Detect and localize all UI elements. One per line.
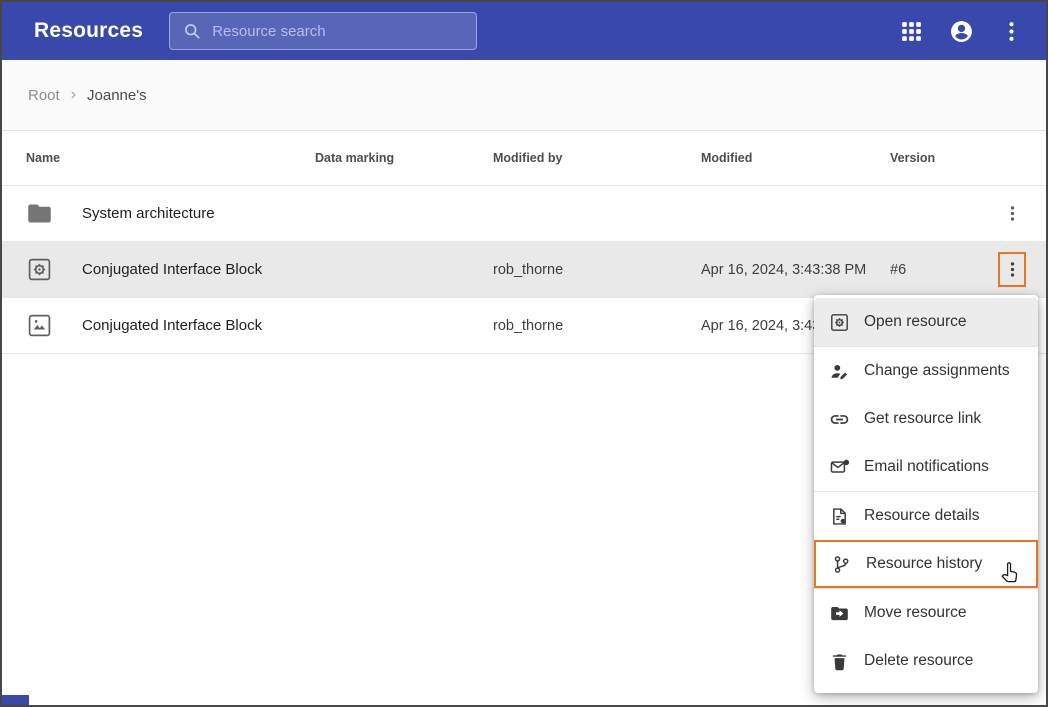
account-icon[interactable] bbox=[949, 19, 974, 44]
menu-item-label: Delete resource bbox=[864, 652, 973, 670]
link-icon bbox=[829, 409, 850, 430]
appbar-more-icon[interactable] bbox=[999, 19, 1024, 44]
search-input[interactable] bbox=[212, 23, 464, 40]
appbar-actions bbox=[899, 19, 1024, 44]
menu-item-label: Resource details bbox=[864, 507, 979, 525]
search-box[interactable] bbox=[169, 12, 477, 50]
app-window: Resources Root › Joanne's Name Data mark… bbox=[0, 0, 1048, 707]
bottom-left-accent bbox=[2, 695, 29, 705]
column-header-modified[interactable]: Modified bbox=[701, 151, 890, 165]
resource-history-icon bbox=[831, 554, 852, 575]
table-row[interactable]: Conjugated Interface Block rob_thorne Ap… bbox=[2, 242, 1046, 298]
resource-name: Conjugated Interface Block bbox=[82, 317, 315, 334]
breadcrumb: Root › Joanne's bbox=[2, 60, 1046, 130]
delete-icon bbox=[829, 651, 850, 672]
diagram-resource-icon bbox=[26, 312, 53, 339]
menu-item-open-resource[interactable]: Open resource bbox=[814, 298, 1038, 346]
menu-item-resource-history[interactable]: Resource history bbox=[814, 540, 1038, 588]
cell-version: #6 bbox=[890, 262, 962, 278]
move-resource-icon bbox=[829, 603, 850, 624]
column-header-modified-by[interactable]: Modified by bbox=[493, 151, 701, 165]
row-menu-icon[interactable] bbox=[999, 198, 1025, 230]
menu-item-label: Get resource link bbox=[864, 410, 981, 428]
change-assignments-icon bbox=[829, 361, 850, 382]
menu-item-resource-details[interactable]: Resource details bbox=[814, 492, 1038, 540]
menu-item-label: Email notifications bbox=[864, 458, 989, 476]
open-resource-icon bbox=[829, 312, 850, 333]
cell-modified: Apr 16, 2024, 3:43:38 PM bbox=[701, 262, 890, 278]
menu-item-change-assignments[interactable]: Change assignments bbox=[814, 347, 1038, 395]
block-resource-icon bbox=[26, 256, 53, 283]
table-header: Name Data marking Modified by Modified V… bbox=[2, 130, 1046, 186]
folder-icon bbox=[26, 200, 53, 227]
app-bar: Resources bbox=[2, 2, 1046, 60]
page-title: Resources bbox=[34, 19, 143, 43]
resource-name: System architecture bbox=[82, 205, 315, 222]
column-header-name[interactable]: Name bbox=[26, 151, 315, 165]
menu-item-move-resource[interactable]: Move resource bbox=[814, 589, 1038, 637]
column-header-data-marking[interactable]: Data marking bbox=[315, 151, 493, 165]
email-notifications-icon bbox=[829, 457, 850, 478]
search-icon bbox=[182, 21, 202, 41]
breadcrumb-separator: › bbox=[71, 86, 76, 104]
table-row[interactable]: System architecture bbox=[2, 186, 1046, 242]
breadcrumb-current: Joanne's bbox=[87, 87, 147, 104]
menu-item-label: Change assignments bbox=[864, 362, 1010, 380]
resource-details-icon bbox=[829, 506, 850, 527]
cell-modified-by: rob_thorne bbox=[493, 318, 701, 334]
menu-item-label: Open resource bbox=[864, 313, 967, 331]
resource-context-menu: Open resource Change assignments Get res… bbox=[814, 295, 1038, 693]
apps-grid-icon[interactable] bbox=[899, 19, 924, 44]
cell-modified-by: rob_thorne bbox=[493, 262, 701, 278]
menu-item-label: Resource history bbox=[866, 555, 982, 573]
row-menu-icon[interactable] bbox=[998, 252, 1026, 287]
menu-item-get-resource-link[interactable]: Get resource link bbox=[814, 395, 1038, 443]
column-header-version[interactable]: Version bbox=[890, 151, 962, 165]
menu-item-email-notifications[interactable]: Email notifications bbox=[814, 443, 1038, 491]
menu-item-delete-resource[interactable]: Delete resource bbox=[814, 637, 1038, 685]
menu-item-label: Move resource bbox=[864, 604, 967, 622]
breadcrumb-root[interactable]: Root bbox=[28, 87, 60, 104]
resource-name: Conjugated Interface Block bbox=[82, 261, 315, 278]
